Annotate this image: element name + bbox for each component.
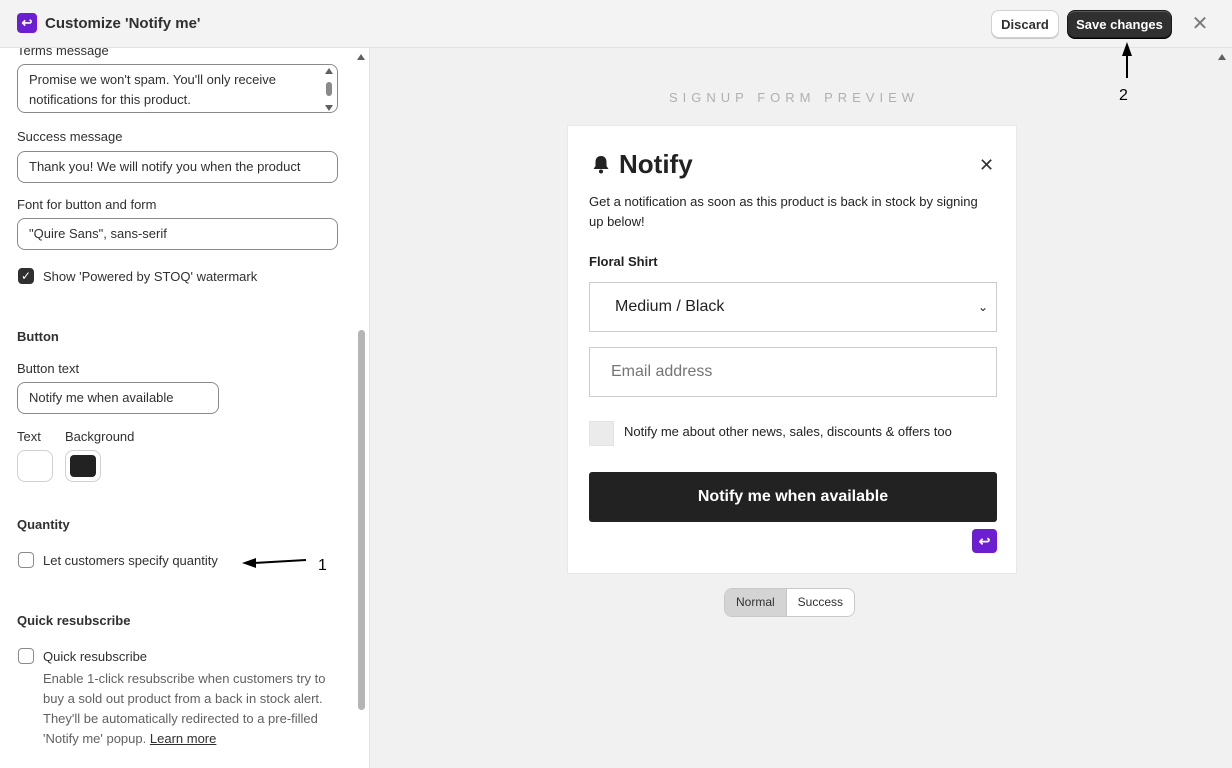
form-close-icon[interactable]: ✕ (979, 155, 994, 176)
email-input[interactable]: Email address (589, 347, 997, 397)
watermark-label: Show 'Powered by STOQ' watermark (43, 269, 258, 284)
variant-selected-value: Medium / Black (615, 298, 725, 315)
sidebar-scroll-up-icon[interactable] (357, 54, 365, 60)
background-color-swatch[interactable] (65, 450, 101, 482)
discard-button[interactable]: Discard (991, 10, 1059, 38)
watermark-checkbox[interactable]: ✓ (18, 268, 34, 284)
background-color-label: Background (65, 429, 135, 444)
preview-scroll-up-icon[interactable] (1218, 54, 1226, 60)
tab-success[interactable]: Success (785, 589, 855, 616)
preview-heading: SIGNUP FORM PREVIEW (668, 90, 920, 105)
button-section-title: Button (17, 329, 59, 344)
annotation-label-1: 1 (318, 557, 327, 574)
preview-state-toggle[interactable]: Normal Success (724, 588, 856, 617)
success-message-label: Success message (17, 129, 123, 144)
textarea-scrollbar[interactable] (324, 68, 334, 111)
annotation-arrow-2 (1122, 42, 1132, 78)
stoq-logo-icon[interactable]: ↩ (972, 529, 997, 553)
quick-resubscribe-help: Enable 1-click resubscribe when customer… (43, 669, 343, 749)
variant-select[interactable]: Medium / Black ⌄ (589, 282, 997, 332)
font-input[interactable]: "Quire Sans", sans-serif (17, 218, 338, 250)
scroll-thumb[interactable] (326, 82, 332, 96)
annotation-arrow-1 (242, 558, 307, 568)
page-title: Customize 'Notify me' (45, 15, 201, 32)
tab-normal[interactable]: Normal (725, 589, 786, 616)
button-text-input[interactable]: Notify me when available (17, 382, 219, 414)
text-color-fill (22, 455, 48, 477)
quantity-section-title: Quantity (17, 517, 70, 532)
terms-message-text: Promise we won't spam. You'll only recei… (29, 72, 277, 107)
annotation-label-2: 2 (1119, 87, 1128, 104)
signup-form-card: Notify ✕ Get a notification as soon as t… (567, 125, 1017, 574)
marketing-checkbox[interactable] (589, 421, 614, 446)
settings-sidebar[interactable]: Terms message Promise we won't spam. You… (0, 48, 370, 768)
close-icon[interactable]: ✕ (1190, 12, 1210, 36)
quick-resubscribe-label: Quick resubscribe (43, 649, 148, 664)
quantity-checkbox[interactable] (18, 552, 34, 568)
sidebar-scrollbar-thumb[interactable] (358, 330, 365, 710)
terms-message-label: Terms message (17, 48, 109, 58)
notify-me-button[interactable]: Notify me when available (589, 472, 997, 522)
save-changes-button[interactable]: Save changes (1067, 10, 1172, 38)
form-description: Get a notification as soon as this produ… (589, 194, 978, 229)
text-color-swatch[interactable] (17, 450, 53, 482)
terms-message-textarea[interactable]: Promise we won't spam. You'll only recei… (17, 64, 338, 113)
font-label: Font for button and form (17, 197, 157, 212)
chevron-down-icon: ⌄ (977, 300, 988, 314)
product-name: Floral Shirt (589, 254, 658, 269)
button-text-label: Button text (17, 361, 80, 376)
quick-resubscribe-section-title: Quick resubscribe (17, 613, 131, 628)
bell-icon (593, 156, 609, 174)
app-logo-icon: ↩ (17, 13, 37, 33)
top-bar: ↩ Customize 'Notify me' Discard Save cha… (0, 0, 1232, 48)
success-message-input[interactable]: Thank you! We will notify you when the p… (17, 151, 338, 183)
background-color-fill (70, 455, 96, 477)
preview-area: SIGNUP FORM PREVIEW Notify ✕ Get a notif… (371, 48, 1232, 768)
form-title: Notify (619, 149, 693, 179)
text-color-label: Text (17, 429, 41, 444)
quick-resubscribe-checkbox[interactable] (18, 648, 34, 664)
quantity-label: Let customers specify quantity (43, 553, 218, 568)
scroll-down-icon[interactable] (325, 105, 333, 111)
scroll-up-icon[interactable] (325, 68, 333, 74)
marketing-label: Notify me about other news, sales, disco… (624, 424, 952, 439)
learn-more-link[interactable]: Learn more (150, 731, 216, 746)
